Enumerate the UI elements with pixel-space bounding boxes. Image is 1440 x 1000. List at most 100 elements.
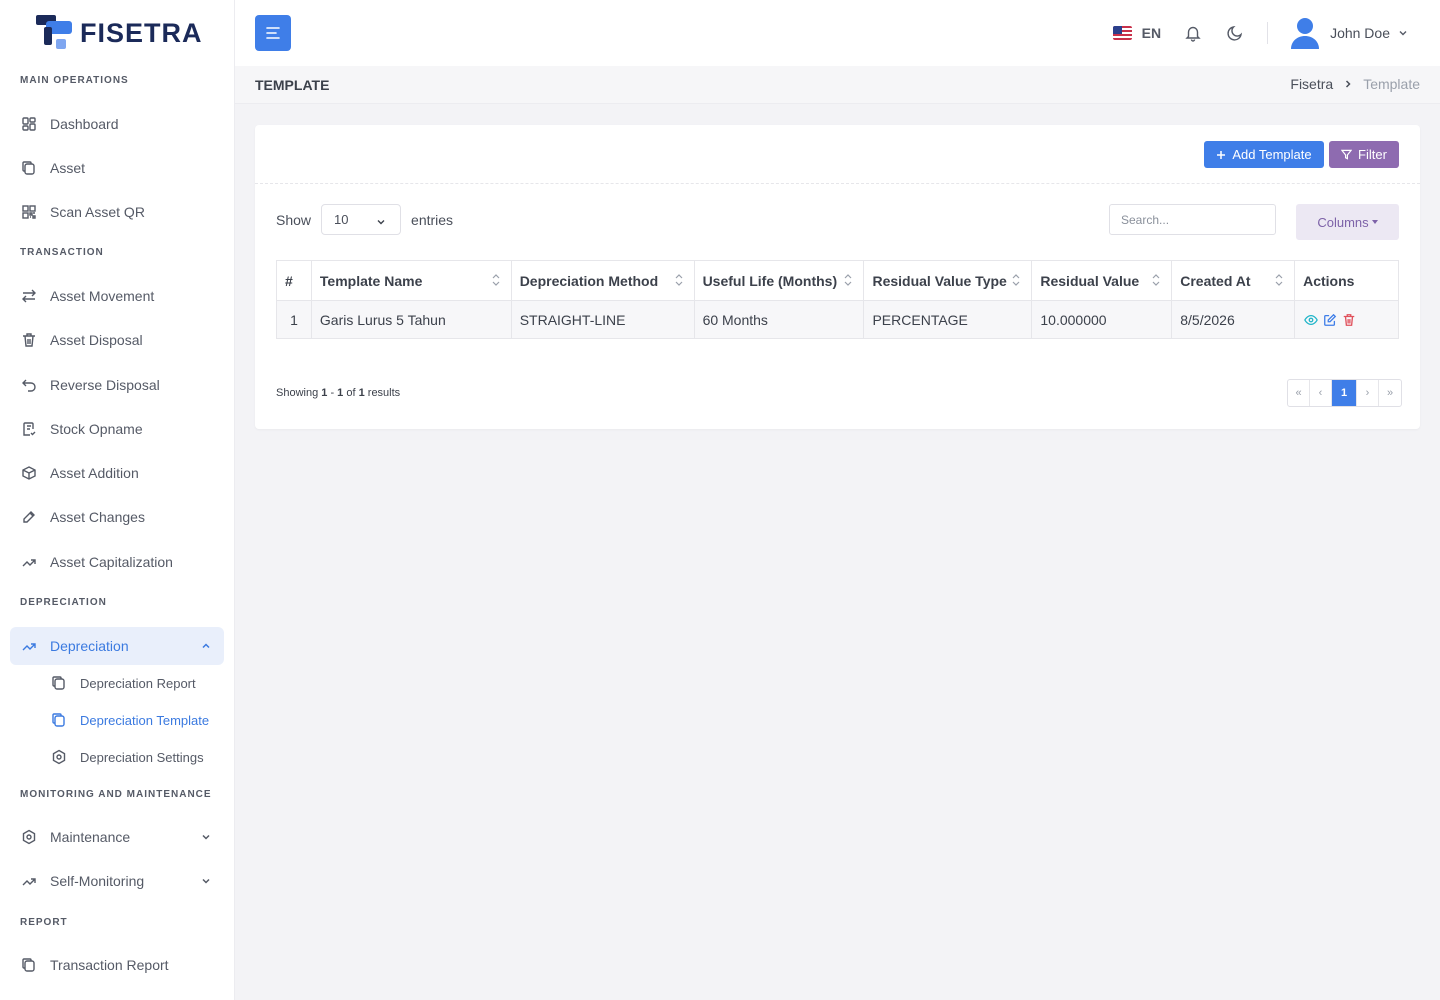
cell-depreciation-method: STRAIGHT-LINE (510, 300, 695, 339)
moon-icon[interactable] (1225, 23, 1245, 43)
undo-icon (20, 376, 38, 394)
sidebar-item-asset-capitalization[interactable]: Asset Capitalization (10, 543, 224, 581)
page-title: TEMPLATE (255, 77, 330, 93)
card-toolbar: Add Template Filter (255, 125, 1420, 184)
sidebar-item-label: Asset (50, 160, 86, 176)
sort-icon (1151, 273, 1161, 290)
template-table: # Template Name Depreciation Method Usef… (276, 260, 1399, 339)
add-template-button[interactable]: Add Template (1204, 141, 1324, 168)
sidebar-item-depreciation[interactable]: Depreciation (10, 627, 224, 665)
cell-actions (1294, 300, 1399, 339)
breadcrumb: Fisetra Template (1290, 76, 1420, 92)
column-header-label: Residual Value Type (872, 272, 1007, 289)
header-actions: EN John Doe (1112, 0, 1440, 66)
sidebar-item-asset[interactable]: Asset (10, 149, 224, 187)
filter-button[interactable]: Filter (1329, 141, 1399, 168)
sidebar-item-asset-addition[interactable]: Asset Addition (10, 454, 224, 492)
edit-icon[interactable] (1322, 312, 1337, 327)
sidebar-item-transaction-report[interactable]: Transaction Report (10, 946, 224, 984)
results-summary: Showing 1 - 1 of 1 results (276, 387, 400, 399)
box-plus-icon (20, 464, 38, 482)
delete-icon[interactable] (1341, 312, 1356, 327)
column-header-depreciation-method[interactable]: Depreciation Method (510, 260, 695, 301)
sidebar-item-label: Dashboard (50, 116, 119, 132)
sidebar-item-asset-changes[interactable]: Asset Changes (10, 498, 224, 536)
brand-name: FISETRA (80, 17, 203, 48)
sort-icon (1011, 273, 1021, 290)
menu-toggle-button[interactable] (255, 15, 291, 51)
qr-icon (20, 203, 38, 221)
sidebar-item-asset-disposal[interactable]: Asset Disposal (10, 321, 224, 359)
cell-residual-value: 10.000000 (1031, 300, 1173, 339)
column-header-label: Residual Value (1040, 272, 1140, 289)
sort-icon (491, 273, 501, 290)
pencil-icon (20, 508, 38, 526)
user-menu[interactable]: John Doe (1290, 16, 1408, 50)
sidebar-item-stock-opname[interactable]: Stock Opname (10, 410, 224, 448)
sidebar-item-reverse-disposal[interactable]: Reverse Disposal (10, 366, 224, 404)
column-header-actions: Actions (1294, 260, 1399, 301)
dashboard-icon (20, 115, 38, 133)
column-header-useful-life[interactable]: Useful Life (Months) (693, 260, 865, 301)
section-monitoring-maintenance: MONITORING AND MAINTENANCE (20, 789, 212, 800)
clipboard-check-icon (20, 420, 38, 438)
copy-icon (50, 674, 68, 692)
sidebar-item-dashboard[interactable]: Dashboard (10, 105, 224, 143)
copy-icon (20, 956, 38, 974)
breadcrumb-current: Template (1363, 76, 1420, 92)
cell-residual-value-type: PERCENTAGE (863, 300, 1033, 339)
sidebar: FISETRA MAIN OPERATIONS Dashboard Asset … (0, 0, 235, 1000)
sidebar-item-scan-asset-qr[interactable]: Scan Asset QR (10, 193, 224, 231)
search-input[interactable] (1109, 204, 1276, 235)
sidebar-subitem-depreciation-report[interactable]: Depreciation Report (40, 668, 224, 698)
sidebar-item-label: Reverse Disposal (50, 377, 160, 393)
sidebar-item-label: Depreciation (50, 638, 129, 654)
first-page-button[interactable]: « (1288, 380, 1310, 406)
sidebar-subitem-depreciation-settings[interactable]: Depreciation Settings (40, 742, 224, 772)
column-header-label: Depreciation Method (519, 272, 659, 289)
hexagon-settings-icon (50, 748, 68, 766)
page-button-current[interactable]: 1 (1332, 380, 1357, 406)
table-row: 1 Garis Lurus 5 Tahun STRAIGHT-LINE 60 M… (276, 300, 1399, 339)
brand[interactable]: FISETRA (0, 0, 234, 66)
caret-down-icon (1371, 220, 1378, 224)
language-selector[interactable]: EN (1112, 25, 1161, 41)
column-header-created-at[interactable]: Created At (1171, 260, 1296, 301)
chevron-down-icon (200, 874, 212, 890)
column-header-residual-value-type[interactable]: Residual Value Type (863, 260, 1033, 301)
prev-page-button[interactable]: ‹ (1310, 380, 1332, 406)
columns-button[interactable]: Columns (1296, 204, 1399, 240)
sort-icon (1274, 273, 1284, 290)
column-header-template-name[interactable]: Template Name (310, 260, 512, 301)
trending-up-icon (20, 553, 38, 571)
filter-label: Filter (1358, 147, 1387, 162)
section-main-operations: MAIN OPERATIONS (20, 75, 129, 86)
sidebar-item-asset-movement[interactable]: Asset Movement (10, 277, 224, 315)
plus-icon (1217, 150, 1226, 159)
filter-icon (1341, 149, 1353, 160)
sidebar-item-self-monitoring[interactable]: Self-Monitoring (10, 862, 224, 900)
user-name: John Doe (1330, 25, 1390, 41)
sidebar-item-label: Scan Asset QR (50, 204, 145, 220)
column-header-label: Useful Life (Months) (702, 272, 838, 289)
view-icon[interactable] (1303, 312, 1318, 327)
copy-icon (50, 711, 68, 729)
copy-icon (20, 159, 38, 177)
sidebar-subitem-label: Depreciation Template (80, 712, 210, 728)
sidebar-subitem-depreciation-template[interactable]: Depreciation Template (40, 705, 224, 735)
cell-index: 1 (276, 300, 312, 339)
menu-icon (266, 27, 280, 39)
sidebar-subitem-label: Depreciation Settings (80, 749, 204, 765)
sidebar-item-label: Asset Movement (50, 288, 155, 304)
sidebar-item-maintenance[interactable]: Maintenance (10, 818, 224, 856)
bell-icon[interactable] (1183, 23, 1203, 43)
section-transaction: TRANSACTION (20, 247, 104, 258)
next-page-button[interactable]: › (1357, 380, 1379, 406)
breadcrumb-home-link[interactable]: Fisetra (1290, 76, 1333, 92)
column-header-residual-value[interactable]: Residual Value (1031, 260, 1173, 301)
page-size-select[interactable]: 10 (321, 204, 402, 235)
sidebar-item-label: Stock Opname (50, 421, 143, 437)
brand-logo-icon (36, 15, 74, 51)
sidebar-item-label: Asset Changes (50, 509, 145, 525)
last-page-button[interactable]: » (1379, 380, 1401, 406)
